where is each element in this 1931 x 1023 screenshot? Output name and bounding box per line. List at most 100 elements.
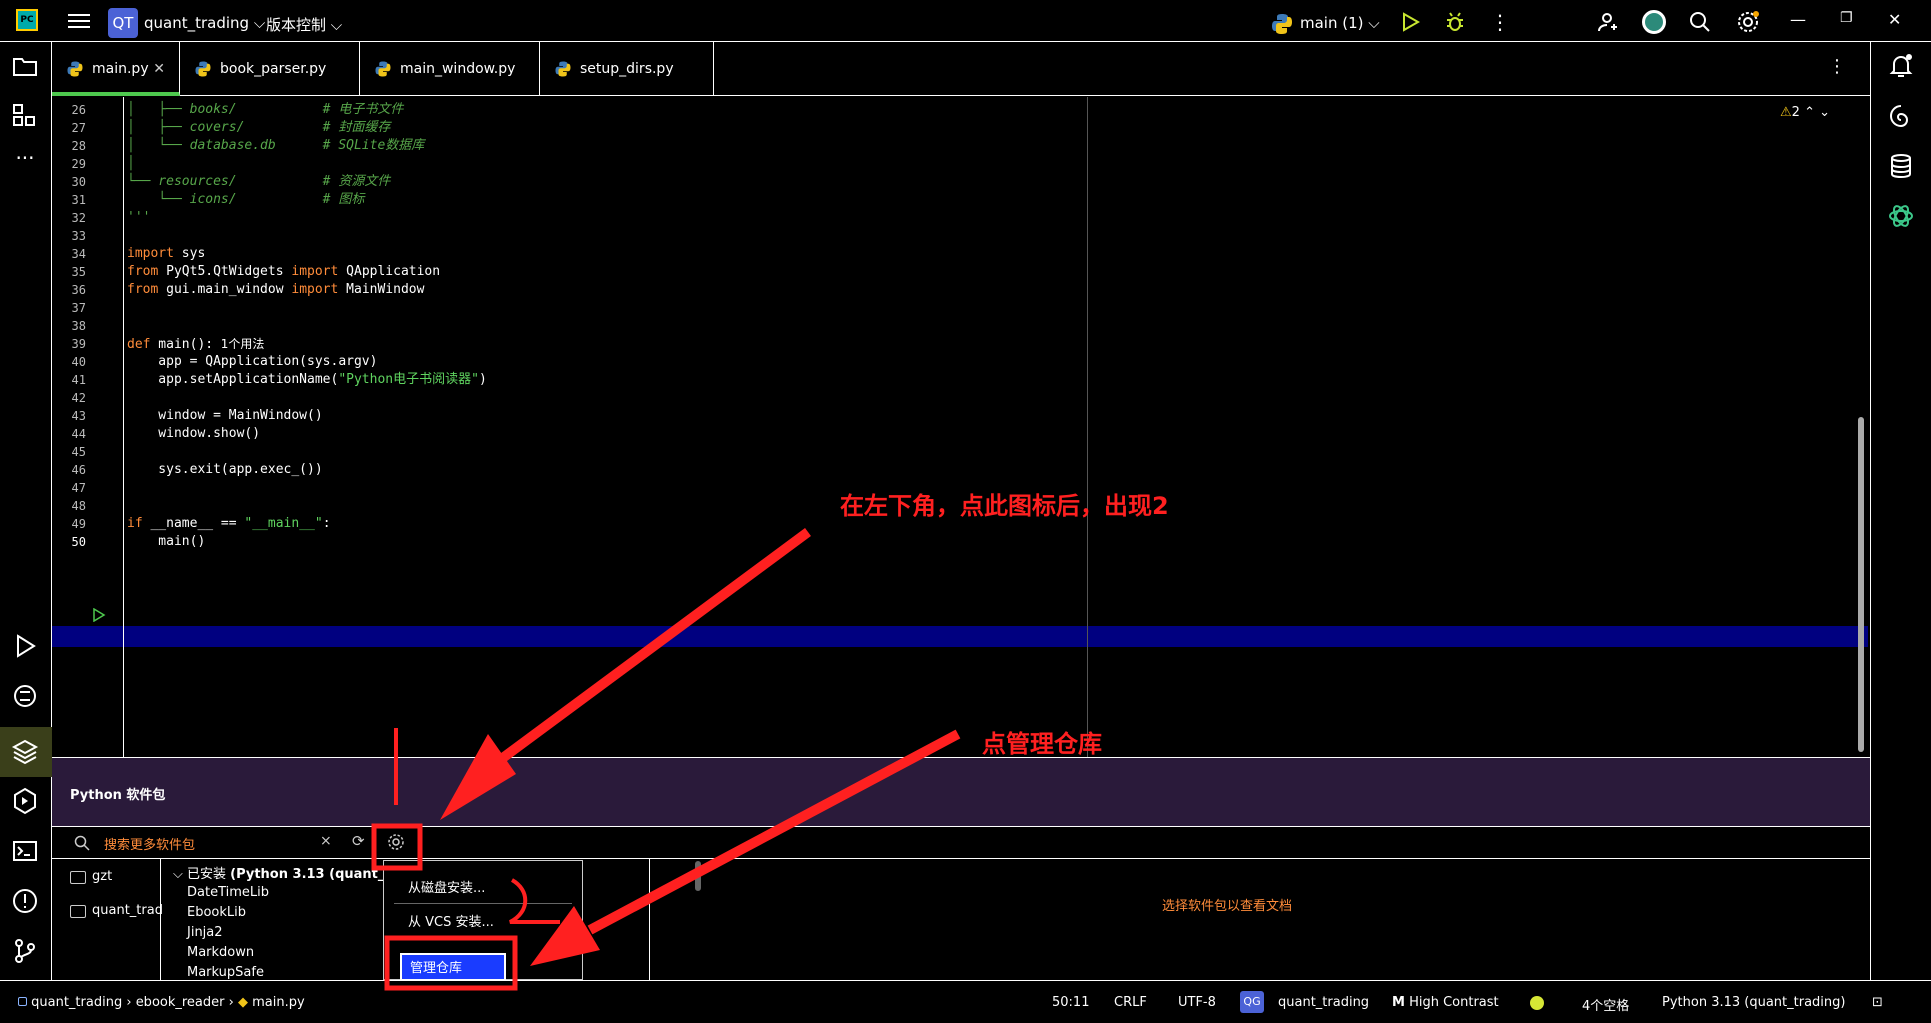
package-item[interactable]: Jinja2 [187, 925, 223, 940]
terminal-icon[interactable] [11, 837, 39, 865]
indent-setting[interactable]: 4个空格 [1582, 995, 1629, 1014]
editor-scrollbar[interactable] [1858, 417, 1864, 752]
file-encoding[interactable]: UTF-8 [1178, 995, 1216, 1010]
packages-body: gzt quant_trad ⌵ 已安装 (Python 3.13 (quant… [52, 859, 1870, 980]
code-line: └── icons/ # 图标 [127, 192, 365, 207]
python-file-icon [195, 61, 211, 77]
database-icon[interactable] [1887, 152, 1915, 180]
prev-highlight-icon[interactable]: ⌃ [1804, 105, 1815, 120]
code-editor[interactable]: 26 27 28 29 30 31 32 33 34 35 36 37 38 39 40 41 42 43 44 45… [52, 97, 1870, 757]
code-line: app.setApplicationName("Python电子书阅读器") [127, 372, 487, 387]
installed-group-env: (Python 3.13 (quant_ [230, 867, 385, 882]
python-packages-tool-active[interactable] [0, 727, 52, 777]
tab-label: setup_dirs.py [580, 61, 674, 77]
main-menu-icon[interactable] [68, 10, 90, 30]
restore-window-button[interactable]: ❐ [1840, 10, 1864, 34]
python-icon [1272, 14, 1292, 34]
module-icon [18, 997, 27, 1006]
interpreter-selector[interactable]: Python 3.13 (quant_trading) [1662, 995, 1845, 1010]
breadcrumb-item[interactable]: quant_trading [31, 995, 122, 1010]
project-badge[interactable]: QT [108, 8, 138, 38]
tab-options-icon[interactable]: ⋮ [1828, 56, 1846, 77]
structure-icon[interactable] [11, 102, 39, 130]
code-line: sys.exit(app.exec_()) [127, 462, 323, 477]
run-icon[interactable] [1398, 10, 1422, 34]
add-user-icon[interactable] [1596, 10, 1620, 34]
caret-position[interactable]: 50:11 [1052, 995, 1089, 1010]
problems-icon[interactable] [11, 887, 39, 915]
right-tool-strip [1870, 42, 1931, 980]
menu-item-manage-repositories[interactable]: 管理仓库 [400, 953, 506, 981]
breadcrumb: quant_trading › ebook_reader › ◆ main.py [18, 995, 305, 1010]
tab-main-py[interactable]: main.py ✕ [52, 42, 180, 96]
more-actions-icon[interactable]: ⋮ [1488, 10, 1512, 34]
search-icon[interactable] [1688, 10, 1712, 34]
line-separator[interactable]: CRLF [1114, 995, 1147, 1010]
project-name[interactable]: quant_trading [1278, 995, 1369, 1010]
close-window-button[interactable]: ✕ [1888, 10, 1912, 34]
breadcrumb-item[interactable]: ebook_reader [136, 995, 225, 1010]
line-number: 50 [71, 535, 86, 549]
plugin-atom-icon[interactable] [1887, 202, 1915, 230]
vcs-menu[interactable]: 版本控制 ⌵ [266, 14, 342, 35]
debug-icon[interactable] [1443, 10, 1467, 34]
refresh-icon[interactable]: ⟳ [352, 832, 365, 850]
installed-group-prefix: 已安装 [187, 867, 227, 882]
status-bar: quant_trading › ebook_reader › ◆ main.py… [0, 980, 1931, 1023]
package-item[interactable]: MarkupSafe [187, 965, 264, 980]
python-console-icon[interactable] [11, 682, 39, 710]
tab-label: book_parser.py [220, 61, 327, 77]
python-packages-panel-header: Python 软件包 [52, 757, 1870, 827]
tab-label: main.py [92, 61, 149, 77]
chevron-right-icon: › [228, 995, 238, 1010]
folder-icon[interactable] [11, 52, 39, 80]
close-tab-icon[interactable]: ✕ [153, 42, 165, 96]
status-dot-icon[interactable] [1530, 996, 1544, 1010]
next-highlight-icon[interactable]: ⌄ [1819, 105, 1830, 120]
python-file-icon [67, 61, 83, 77]
warning-icon: ⚠ [1780, 105, 1792, 120]
minimize-window-button[interactable]: — [1790, 10, 1814, 34]
tab-setup-dirs-py[interactable]: setup_dirs.py [540, 42, 714, 96]
avatar[interactable] [1642, 10, 1666, 34]
code-line: window.show() [127, 426, 261, 441]
package-list-scrollbar[interactable] [695, 861, 701, 891]
package-settings-menu: 从磁盘安装... 从 VCS 安装... 管理仓库 [383, 860, 583, 981]
run-configuration-selector[interactable]: main (1) ⌵ [1300, 14, 1380, 32]
usage-hint[interactable]: 1个用法 [213, 337, 265, 351]
package-search-input[interactable]: 搜索更多软件包 [104, 834, 195, 853]
more-tools-icon[interactable]: ··· [11, 146, 39, 174]
layers-icon [11, 739, 39, 765]
collapse-icon[interactable]: ⨯ [320, 833, 332, 849]
tab-book-parser-py[interactable]: book_parser.py [180, 42, 360, 96]
panel-title: Python 软件包 [70, 788, 166, 803]
chevron-down-icon: ⌵ [253, 14, 266, 32]
lock-icon[interactable]: ⊡ [1872, 995, 1883, 1010]
code-line: │ └── database.db # SQLite数据库 [127, 138, 425, 153]
breadcrumb-item[interactable]: main.py [252, 995, 305, 1010]
services-icon[interactable] [11, 787, 39, 815]
ai-assistant-icon[interactable] [1887, 102, 1915, 130]
git-icon[interactable] [11, 937, 39, 965]
project-name: quant_trading [144, 14, 250, 32]
installed-group-header[interactable]: ⌵ 已安装 (Python 3.13 (quant_ [173, 863, 384, 882]
repo-item[interactable]: quant_trad [70, 903, 163, 918]
theme-indicator[interactable]: M High Contrast [1392, 995, 1499, 1010]
project-switcher[interactable]: quant_trading ⌵ [144, 14, 265, 32]
menu-item-install-from-vcs[interactable]: 从 VCS 安装... [408, 911, 494, 930]
package-item[interactable]: DateTimeLib [187, 885, 269, 900]
package-item[interactable]: Markdown [187, 945, 254, 960]
repo-item[interactable]: gzt [70, 869, 112, 884]
package-item[interactable]: EbookLib [187, 905, 246, 920]
notifications-bell-icon[interactable] [1887, 52, 1915, 80]
inspection-widget[interactable]: ⚠2 ⌃ ⌄ [1780, 105, 1830, 120]
package-settings-gear-icon[interactable] [387, 833, 405, 851]
title-bar: PC QT quant_trading ⌵ 版本控制 ⌵ main (1) ⌵ … [0, 0, 1931, 42]
menu-item-install-from-disk[interactable]: 从磁盘安装... [408, 877, 485, 896]
tab-main-window-py[interactable]: main_window.py [360, 42, 540, 96]
settings-gear-icon[interactable] [1736, 10, 1760, 34]
search-icon [74, 835, 90, 851]
project-badge[interactable]: QG [1240, 991, 1264, 1013]
run-tool-icon[interactable] [11, 632, 39, 660]
run-gutter-icon[interactable] [92, 608, 106, 622]
